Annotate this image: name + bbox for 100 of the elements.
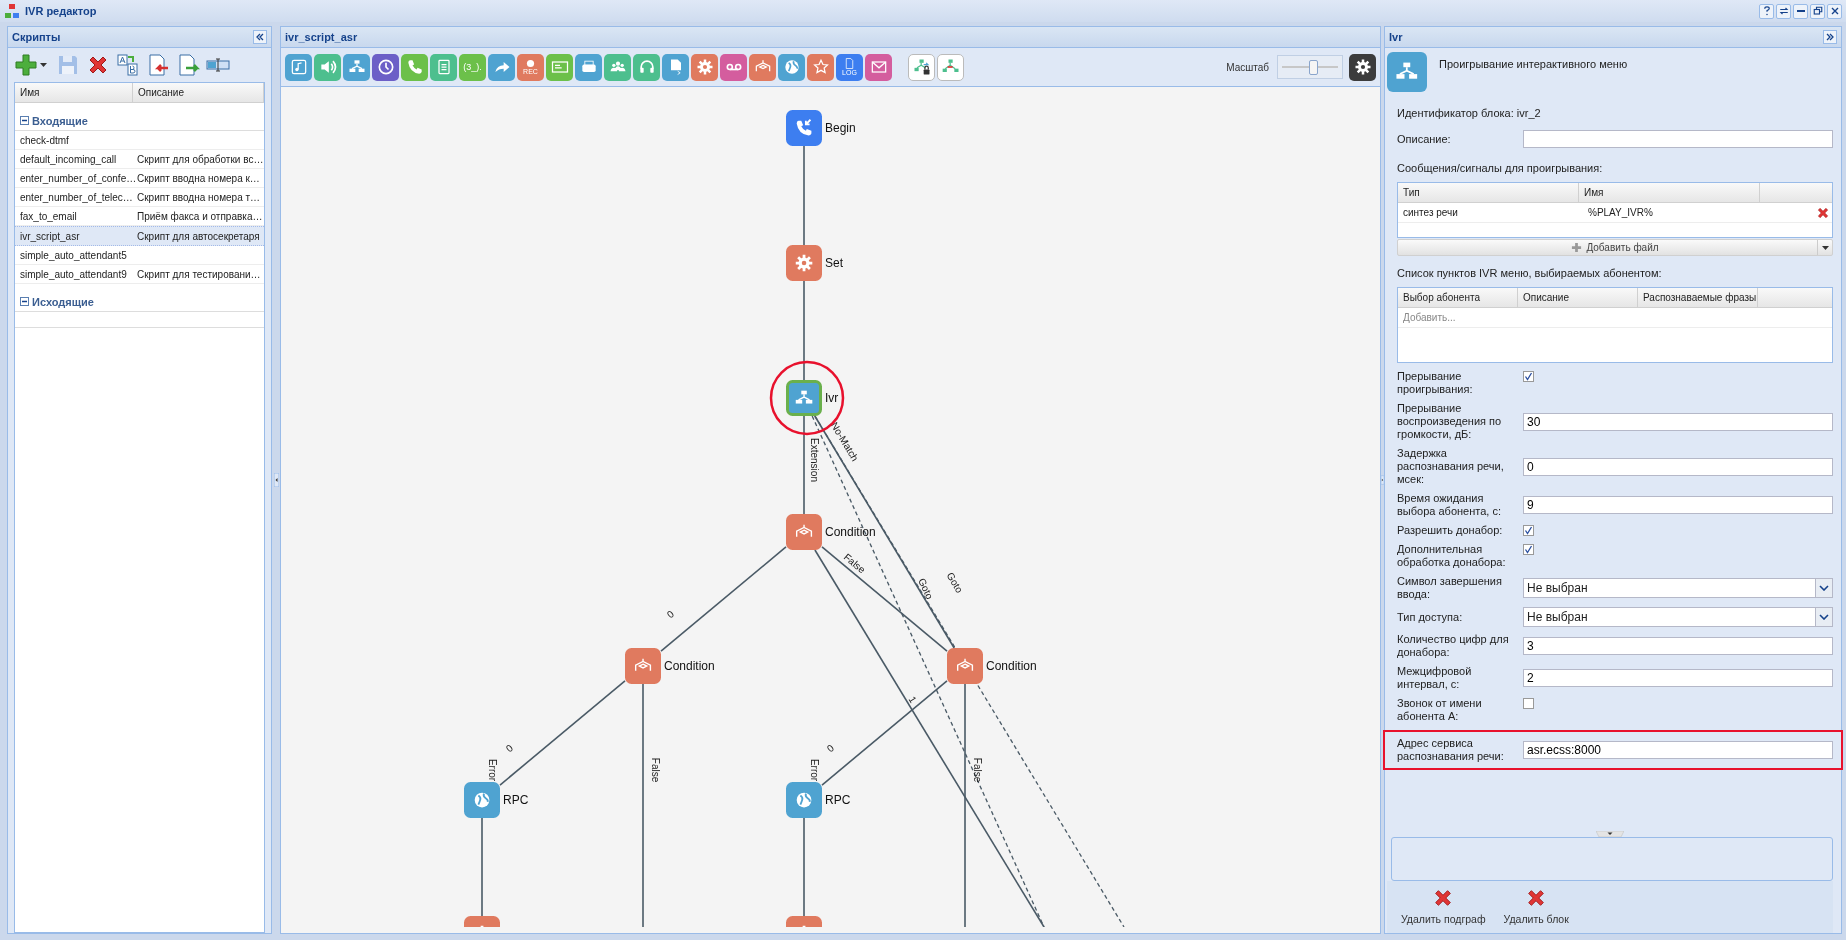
- letters-icon: [116, 53, 140, 77]
- restore-button[interactable]: [1810, 3, 1825, 19]
- forward-arrow-tool-button[interactable]: [488, 53, 515, 81]
- script-row[interactable]: simple_auto_attendant9 Скрипт для тестировани…: [15, 265, 264, 284]
- column-header[interactable]: Имя: [1579, 183, 1760, 202]
- checkbox[interactable]: [1523, 698, 1534, 709]
- envelope-tool-button[interactable]: [865, 53, 892, 81]
- globe-block[interactable]: [465, 783, 499, 817]
- block-heading: Проигрывание интерактивного меню: [1439, 58, 1628, 70]
- caret-icon[interactable]: [40, 63, 47, 67]
- field-label: Количество цифр для донабора:: [1397, 633, 1510, 659]
- add-file-button[interactable]: Добавить файл: [1397, 239, 1833, 256]
- hierarchy-block[interactable]: [787, 381, 821, 415]
- input-field[interactable]: asr.ecss:8000: [1523, 741, 1833, 759]
- minimize-button[interactable]: [1793, 3, 1808, 19]
- star-tool-button[interactable]: [807, 53, 834, 81]
- hierarchy-lock-tool-button[interactable]: [908, 53, 935, 81]
- refresh-button[interactable]: [1776, 3, 1791, 19]
- collapse-toggle-icon[interactable]: [20, 116, 29, 125]
- gear-block[interactable]: [787, 246, 821, 280]
- speaker-tool-button[interactable]: [314, 53, 341, 81]
- column-header[interactable]: Распознаваемые фразы: [1638, 288, 1758, 307]
- dropdown-field[interactable]: Не выбран: [1523, 607, 1833, 627]
- clock-tool-button[interactable]: [372, 53, 399, 81]
- description-field[interactable]: [1523, 130, 1833, 148]
- connector-label: False: [650, 757, 662, 783]
- script-row[interactable]: enter_number_of_telec… Скрипт вводна номера т…: [15, 188, 264, 207]
- expand-handle-icon[interactable]: [1596, 831, 1624, 837]
- chevron-down-icon[interactable]: [1819, 614, 1829, 620]
- collapse-toggle-icon[interactable]: [20, 297, 29, 306]
- voicemail-tool-button[interactable]: [720, 53, 747, 81]
- collapse-button[interactable]: [253, 30, 267, 44]
- collapse-button[interactable]: [1823, 30, 1837, 44]
- plus-icon: [1571, 242, 1583, 253]
- globe-tool-button[interactable]: [778, 53, 805, 81]
- connector-label: Error: [487, 758, 499, 782]
- column-header[interactable]: Выбор абонента: [1398, 288, 1518, 307]
- people-tool-button[interactable]: [604, 53, 631, 81]
- music-note-tool-button[interactable]: [285, 53, 312, 81]
- zoom-slider[interactable]: [1277, 55, 1343, 79]
- script-name: check-dtmf: [19, 134, 70, 146]
- chevron-down-icon[interactable]: [1819, 585, 1829, 591]
- checkbox[interactable]: [1523, 544, 1534, 555]
- script-name: simple_auto_attendant9: [19, 268, 128, 280]
- input-field[interactable]: 3: [1523, 637, 1833, 655]
- text-area[interactable]: [1391, 837, 1833, 881]
- column-header[interactable]: Описание: [133, 83, 264, 102]
- script-row[interactable]: ivr_script_asr Скрипт для автосекретаря: [15, 226, 264, 246]
- delete-button[interactable]: Удалить блок: [1501, 885, 1571, 927]
- help-button[interactable]: [1759, 3, 1774, 19]
- delete-button[interactable]: Удалить подграф: [1399, 885, 1488, 927]
- input-field[interactable]: 0: [1523, 457, 1833, 476]
- column-header[interactable]: Тип: [1398, 183, 1579, 202]
- settings-button[interactable]: [1349, 53, 1376, 81]
- caret-icon[interactable]: [1821, 245, 1829, 250]
- column-header[interactable]: Описание: [1518, 288, 1638, 307]
- field-label: Прерывание воспроизведения по громкости, дБ:: [1397, 402, 1503, 441]
- gear-tool-button[interactable]: [691, 53, 718, 81]
- block-label: Condition: [664, 659, 715, 673]
- connector-label: 0: [824, 742, 837, 755]
- script-row[interactable]: simple_auto_attendant5: [15, 246, 264, 265]
- branch-block[interactable]: [787, 515, 821, 549]
- column-header[interactable]: Имя: [15, 83, 133, 102]
- branch-block[interactable]: [626, 649, 660, 683]
- script-description: Скрипт вводна номера т…: [136, 191, 262, 203]
- dropdown-field[interactable]: Не выбран: [1523, 578, 1833, 598]
- script-name: ivr_script_asr: [19, 230, 81, 242]
- globe-block[interactable]: [787, 783, 821, 817]
- checkbox[interactable]: [1523, 525, 1534, 536]
- refresh-icon: [1777, 5, 1790, 17]
- rename-button[interactable]: [115, 52, 141, 78]
- input-field[interactable]: 30: [1523, 412, 1833, 431]
- add-row-hint[interactable]: Добавить...: [1398, 312, 1456, 323]
- input-field[interactable]: 2: [1523, 669, 1833, 687]
- panel-title: Ivr: [1389, 31, 1403, 43]
- phone-block[interactable]: [787, 111, 821, 145]
- collapse-handle-icon[interactable]: [273, 473, 279, 487]
- collapse-handle-icon[interactable]: [1381, 473, 1384, 487]
- fax-tool-button[interactable]: [575, 53, 602, 81]
- branch-block[interactable]: [948, 649, 982, 683]
- hierarchy-tool-button[interactable]: [343, 53, 370, 81]
- headset-tool-button[interactable]: [633, 53, 660, 81]
- checkbox[interactable]: [1523, 371, 1534, 382]
- card-tool-button[interactable]: [546, 53, 573, 81]
- group-label: Входящие: [32, 114, 88, 127]
- block-label: RPC: [503, 793, 529, 807]
- plus-icon: [14, 53, 38, 77]
- script-row[interactable]: default_incoming_call Скрипт для обработки вс…: [15, 150, 264, 169]
- phone-tool-button[interactable]: [401, 53, 428, 81]
- window-title: IVR редактор: [25, 5, 97, 17]
- document-tool-button[interactable]: [430, 53, 457, 81]
- slider-thumb[interactable]: [1309, 60, 1319, 75]
- field-label: Задержка распознавания речи, мсек:: [1397, 447, 1505, 486]
- document-code-tool-button[interactable]: [662, 53, 689, 81]
- script-row[interactable]: enter_number_of_confe…Скрипт вводна номера к…: [15, 169, 264, 188]
- connector-label: Extension: [809, 438, 821, 482]
- input-field[interactable]: 9: [1523, 496, 1833, 514]
- close-button[interactable]: [1827, 3, 1842, 19]
- script-row[interactable]: check-dtmf: [15, 131, 264, 150]
- branch-tool-button[interactable]: [749, 53, 776, 81]
